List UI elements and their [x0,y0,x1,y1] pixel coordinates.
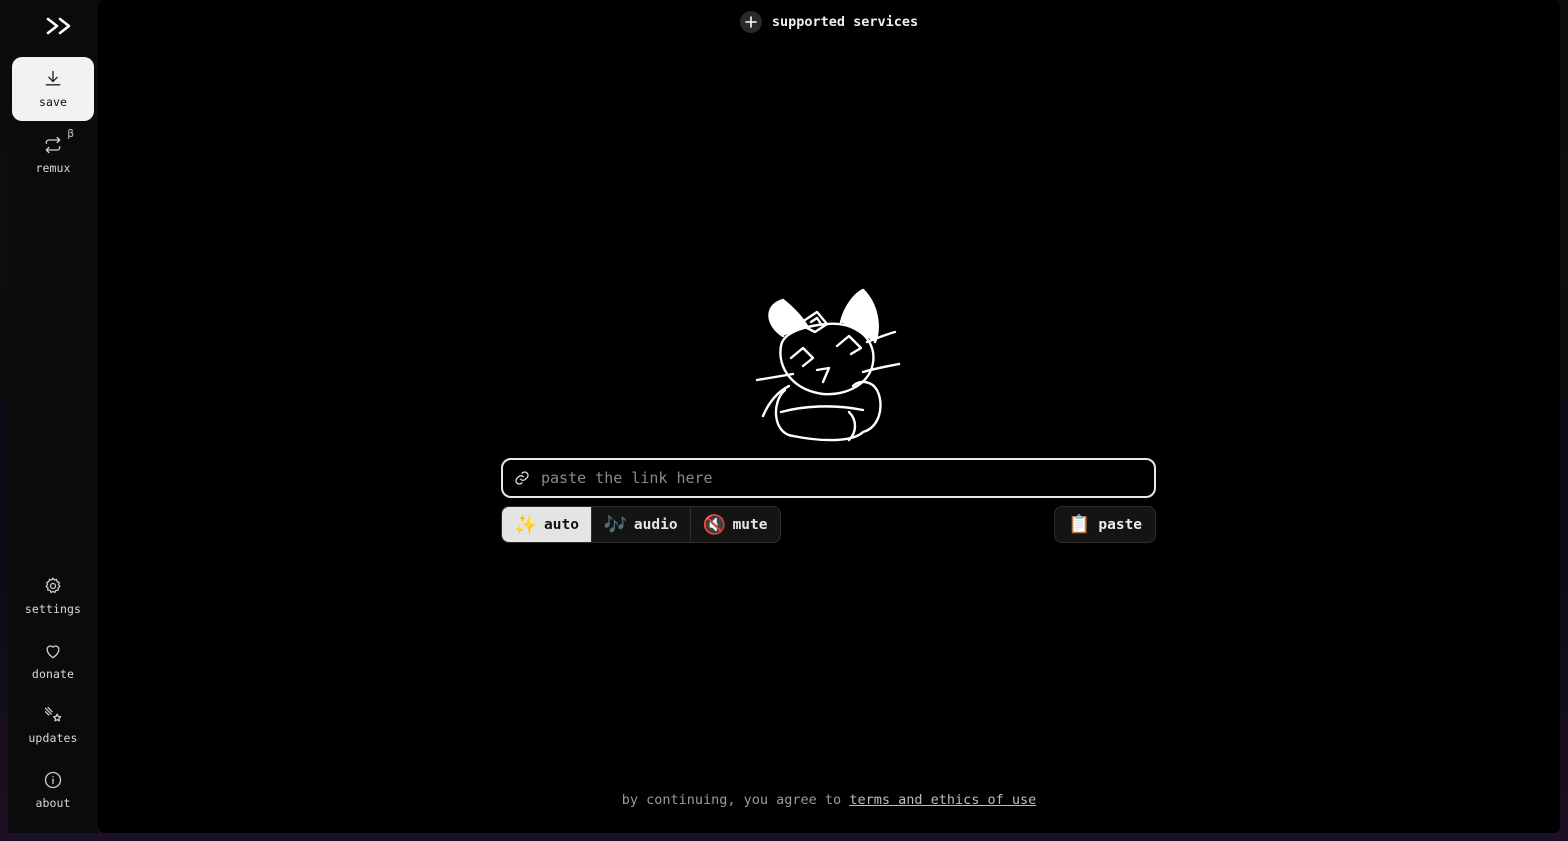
mode-label: audio [633,516,678,533]
sidebar: save β remux settings donate updates abo… [8,0,98,833]
heart-icon [46,645,60,659]
link-input-box[interactable] [501,458,1156,498]
sidebar-item-label: donate [31,667,75,681]
double-chevron-logo-icon [46,17,71,35]
sparkles-icon: ✨ [514,514,538,536]
gear-icon [45,577,61,594]
download-icon [45,70,61,86]
sidebar-item-remux[interactable]: β remux [12,123,94,187]
main-panel: supported services paste the link here ✨… [98,0,1560,833]
mode-mute-button[interactable]: 🔇 mute [691,507,780,542]
sidebar-item-label: save [38,95,68,109]
sidebar-item-donate[interactable]: donate [12,629,94,693]
paste-button[interactable]: 📋 paste [1054,506,1156,543]
supported-services-label: supported services [771,14,919,30]
link-icon [503,470,541,486]
sidebar-item-label: remux [35,161,71,175]
mode-label: auto [544,516,579,533]
supported-services-button[interactable]: supported services [98,11,1560,33]
mode-label: mute [732,516,768,533]
paste-label: paste [1098,516,1143,533]
sparkle-star-icon [44,706,62,722]
clipboard-icon: 📋 [1067,514,1091,535]
link-input[interactable] [541,460,1154,496]
terms-link[interactable]: terms and ethics of use [849,792,1036,808]
terms-notice: by continuing, you agree to terms and et… [98,792,1560,808]
terms-prefix: by continuing, you agree to [621,792,850,808]
app-window: save β remux settings donate updates abo… [0,0,1568,841]
logo[interactable] [36,12,84,40]
cat-mascot-icon [755,288,901,442]
music-notes-icon: 🎶 [603,514,628,536]
plus-icon [739,11,762,33]
sidebar-item-about[interactable]: about [12,758,94,822]
mode-auto-button[interactable]: ✨ auto [502,507,592,542]
download-mode-switcher: ✨ auto 🎶 audio 🔇 mute [501,506,781,543]
sidebar-item-save[interactable]: save [12,57,94,121]
beta-badge: β [67,127,74,140]
sidebar-item-settings[interactable]: settings [12,564,94,628]
muted-speaker-icon: 🔇 [702,514,727,536]
sidebar-item-label: about [35,796,71,810]
sidebar-item-updates[interactable]: updates [12,693,94,757]
mode-audio-button[interactable]: 🎶 audio [592,507,691,542]
repeat-icon [45,136,61,154]
sidebar-item-label: updates [28,731,78,745]
sidebar-item-label: settings [24,602,82,616]
info-icon [44,771,62,789]
